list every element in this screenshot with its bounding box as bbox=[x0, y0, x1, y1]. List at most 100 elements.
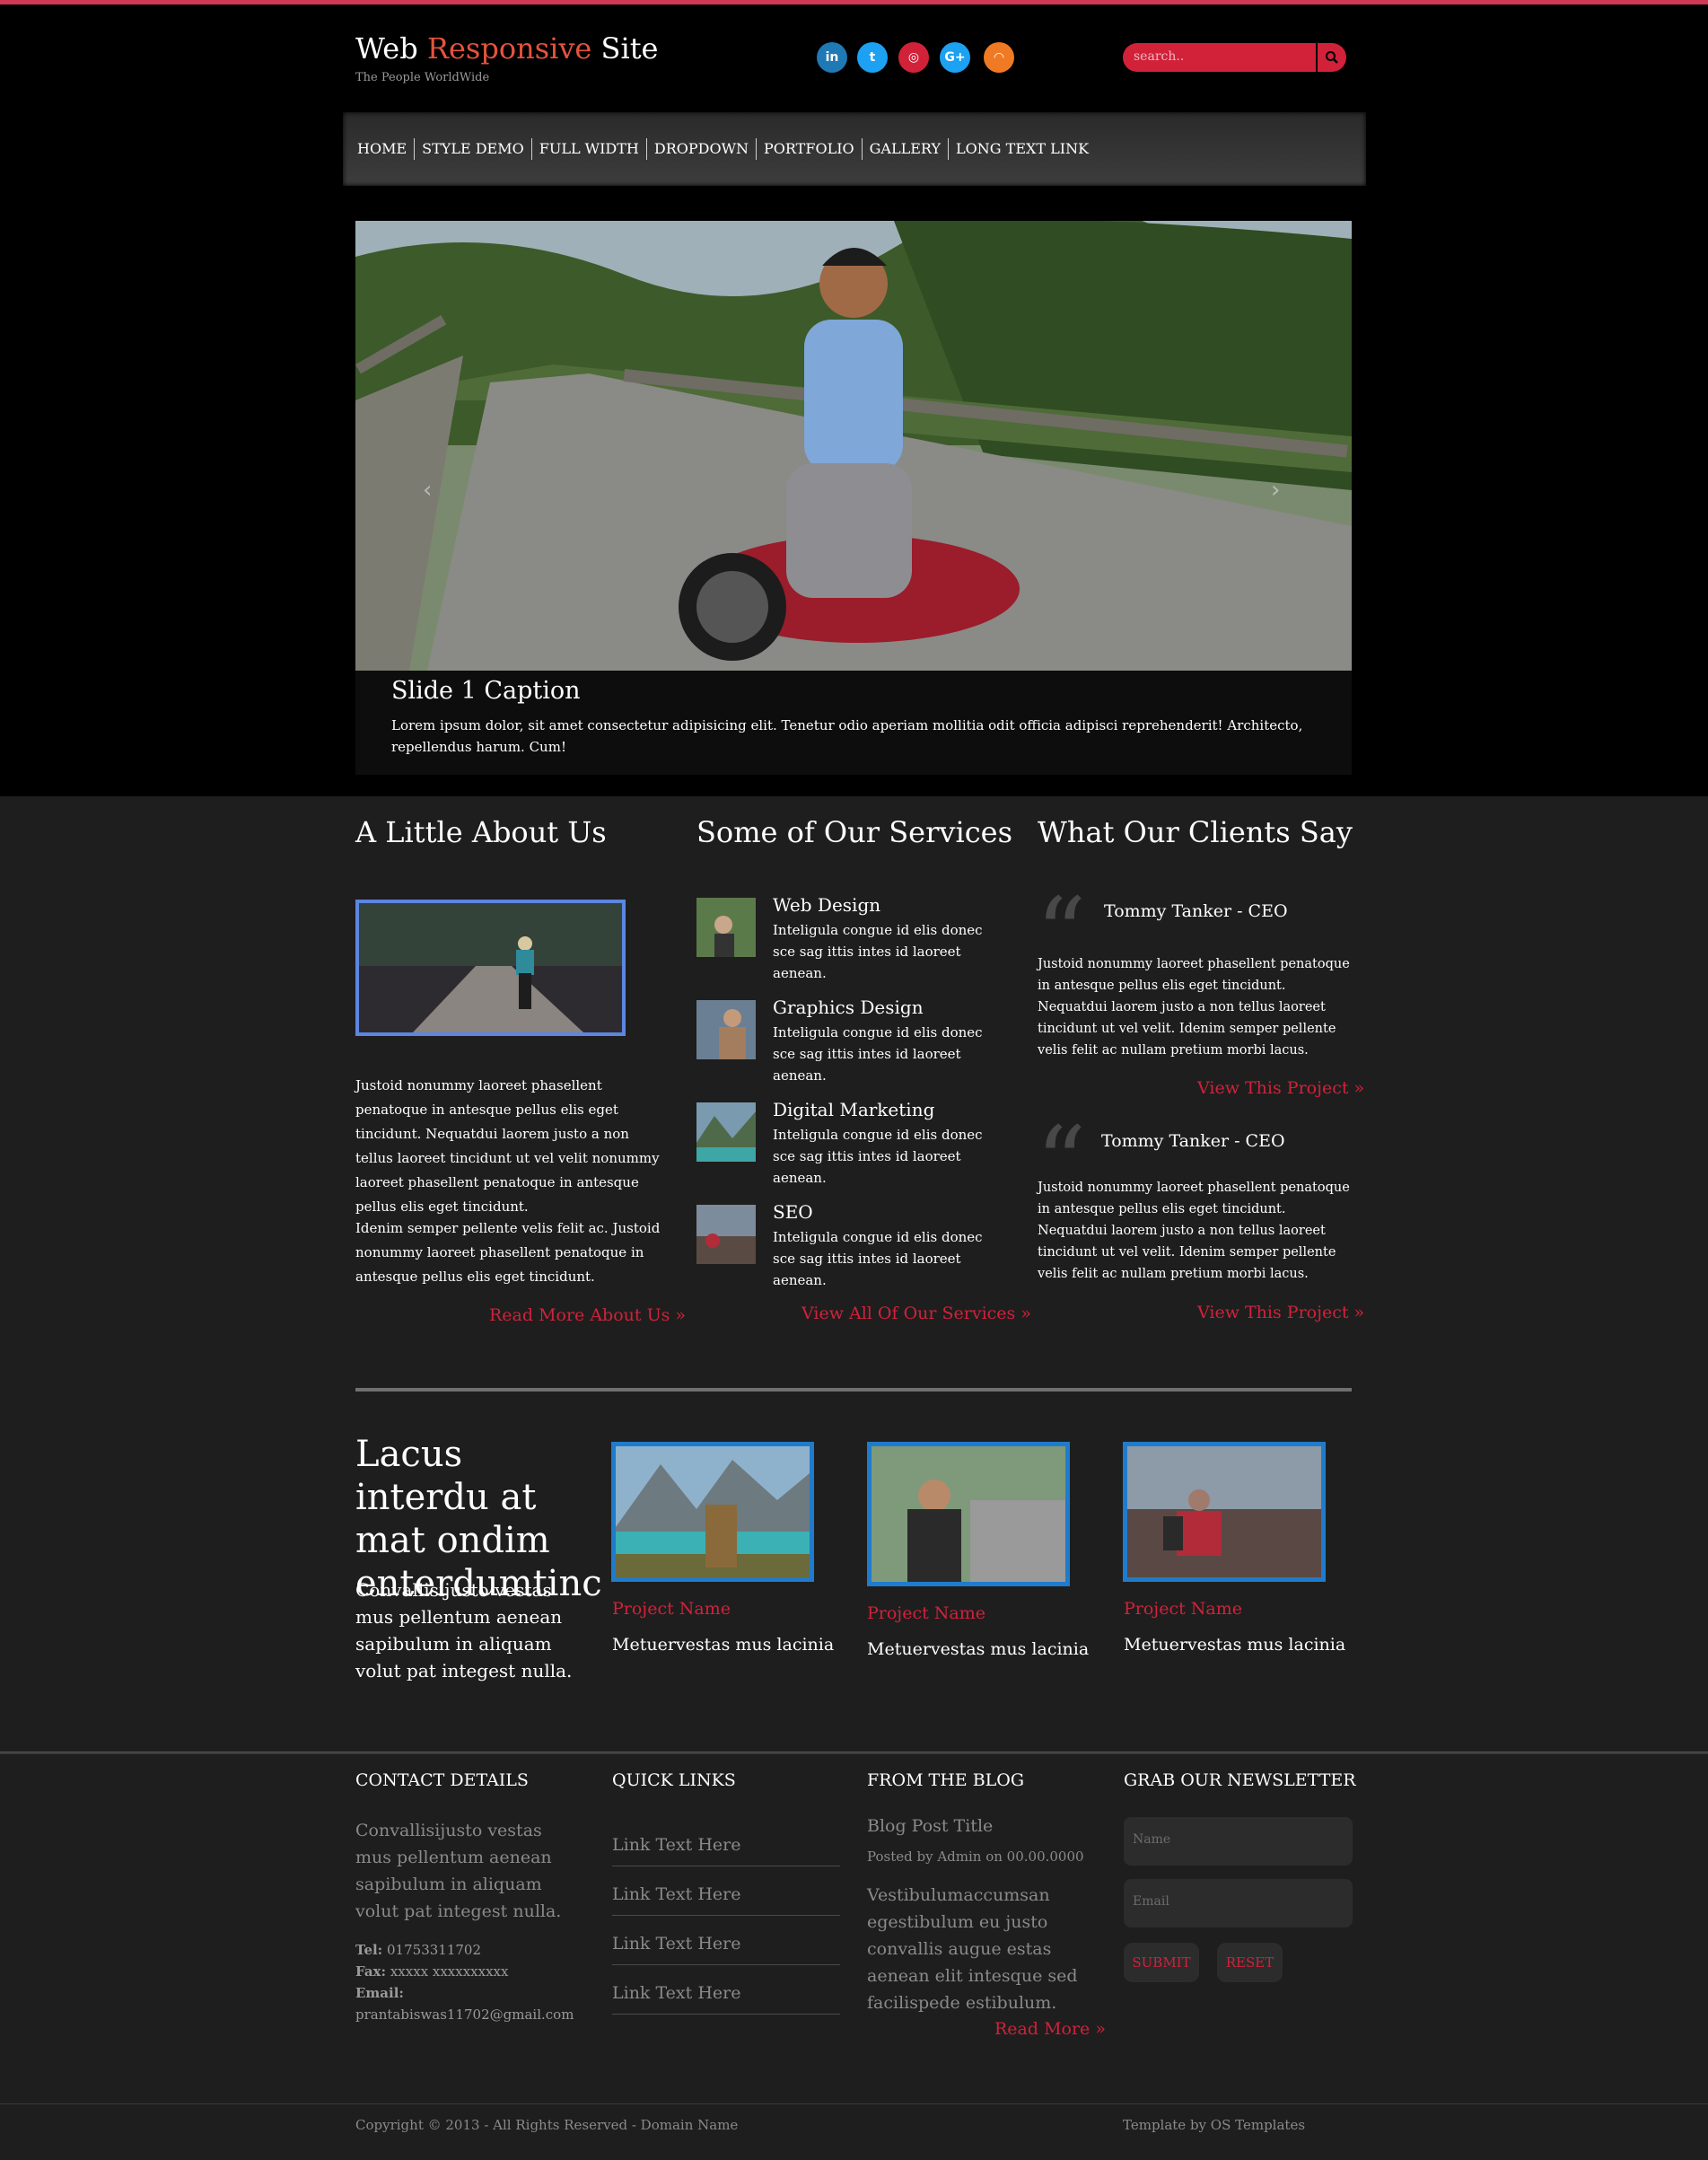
footer-bottom-divider bbox=[0, 2103, 1708, 2104]
service-item-digital-marketing[interactable]: Digital Marketing Inteligula congue id e… bbox=[696, 1099, 1002, 1186]
project-image-1[interactable] bbox=[611, 1442, 814, 1582]
image-slider: ‹ › Slide 1 Caption Lorem ipsum dolor, s… bbox=[355, 221, 1352, 775]
service-thumb-1 bbox=[696, 898, 756, 957]
services-heading: Some of Our Services bbox=[696, 815, 1012, 849]
rss-glyph: ◠ bbox=[994, 50, 1004, 65]
newsletter-email-input[interactable]: Email bbox=[1124, 1879, 1353, 1927]
search-button[interactable] bbox=[1318, 43, 1346, 72]
main-nav: HOME STYLE DEMO FULL WIDTH DROPDOWN PORT… bbox=[343, 112, 1366, 186]
read-more-about-link[interactable]: Read More About Us » bbox=[489, 1305, 686, 1325]
clients-heading: What Our Clients Say bbox=[1038, 815, 1353, 849]
service-thumb-3 bbox=[696, 1102, 756, 1162]
logo-text-1: Web bbox=[355, 31, 427, 66]
submit-button[interactable]: SUBMIT bbox=[1124, 1943, 1199, 1982]
quick-links-heading: QUICK LINKS bbox=[612, 1770, 736, 1790]
email-placeholder: Email bbox=[1133, 1894, 1169, 1909]
tel-label: Tel: bbox=[355, 1942, 383, 1958]
project-name-3[interactable]: Project Name bbox=[1124, 1599, 1242, 1619]
blog-post-meta: Posted by Admin on 00.00.0000 bbox=[867, 1848, 1084, 1865]
project-name-2[interactable]: Project Name bbox=[867, 1603, 985, 1623]
quick-link-3[interactable]: Link Text Here bbox=[612, 1916, 840, 1965]
google-plus-glyph: G+ bbox=[944, 50, 966, 65]
projects-intro-text: Convallisijusto vestas mus pellentum aen… bbox=[355, 1579, 573, 1681]
pinterest-glyph: ◎ bbox=[907, 50, 920, 65]
nav-dropdown[interactable]: DROPDOWN bbox=[647, 138, 758, 160]
slider-prev-arrow[interactable]: ‹ bbox=[423, 477, 432, 504]
blog-read-more-link[interactable]: Read More » bbox=[994, 2019, 1106, 2039]
about-heading: A Little About Us bbox=[355, 815, 607, 849]
slider-next-arrow[interactable]: › bbox=[1271, 477, 1280, 504]
project-name-1[interactable]: Project Name bbox=[612, 1599, 731, 1619]
service-title: Web Design bbox=[773, 894, 881, 916]
pinterest-icon[interactable]: ◎ bbox=[898, 42, 929, 73]
contact-details: Tel: 01753311702 Fax: xxxxx xxxxxxxxxx E… bbox=[355, 1939, 589, 2025]
search-icon bbox=[1326, 51, 1338, 64]
name-placeholder: Name bbox=[1133, 1832, 1171, 1847]
view-project-link-1[interactable]: View This Project » bbox=[1197, 1078, 1364, 1098]
service-title: Digital Marketing bbox=[773, 1099, 935, 1120]
search-placeholder: search.. bbox=[1134, 49, 1185, 64]
twitter-glyph: t bbox=[869, 50, 876, 65]
blog-post-title[interactable]: Blog Post Title bbox=[867, 1816, 993, 1836]
nav-full-width[interactable]: FULL WIDTH bbox=[532, 138, 647, 160]
email-label: Email: bbox=[355, 1985, 404, 2001]
about-paragraph-1: Justoid nonummy laoreet phasellent penat… bbox=[355, 1077, 660, 1215]
blog-heading: FROM THE BLOG bbox=[867, 1770, 1025, 1790]
quick-link-2[interactable]: Link Text Here bbox=[612, 1866, 840, 1916]
client-testimonial-1: Justoid nonummy laoreet phasellent penat… bbox=[1038, 957, 1350, 1058]
service-text: Inteligula congue id elis donec sce sag … bbox=[773, 1229, 983, 1288]
service-title: Graphics Design bbox=[773, 997, 924, 1018]
service-item-web-design[interactable]: Web Design Inteligula congue id elis don… bbox=[696, 894, 1002, 981]
newsletter-name-input[interactable]: Name bbox=[1124, 1817, 1353, 1866]
fax-label: Fax: bbox=[355, 1963, 387, 1980]
about-image bbox=[355, 900, 626, 1036]
section-divider bbox=[355, 1388, 1352, 1392]
project-desc-3: Metuervestas mus lacinia bbox=[1124, 1635, 1346, 1655]
linkedin-glyph: in bbox=[825, 50, 839, 65]
slide-caption-title: Slide 1 Caption bbox=[391, 677, 581, 705]
project-desc-1: Metuervestas mus lacinia bbox=[612, 1635, 835, 1655]
copyright-text: Copyright © 2013 - All Rights Reserved -… bbox=[355, 2117, 739, 2133]
client-testimonial-2: Justoid nonummy laoreet phasellent penat… bbox=[1038, 1181, 1350, 1281]
service-item-graphics-design[interactable]: Graphics Design Inteligula congue id eli… bbox=[696, 997, 1002, 1084]
nav-home[interactable]: HOME bbox=[350, 138, 416, 160]
service-text: Inteligula congue id elis donec sce sag … bbox=[773, 1127, 983, 1186]
template-credit[interactable]: Template by OS Templates bbox=[1123, 2117, 1305, 2133]
fax-value: xxxxx xxxxxxxxxx bbox=[390, 1963, 509, 1980]
reset-button[interactable]: RESET bbox=[1217, 1943, 1283, 1982]
search-input[interactable]: search.. bbox=[1123, 43, 1316, 72]
view-project-link-2[interactable]: View This Project » bbox=[1197, 1303, 1364, 1322]
email-value[interactable]: prantabiswas11702@gmail.com bbox=[355, 2004, 589, 2025]
logo-text-accent: Responsive bbox=[426, 31, 592, 66]
view-all-services-link[interactable]: View All Of Our Services » bbox=[801, 1304, 1031, 1323]
tel-value[interactable]: 01753311702 bbox=[387, 1942, 481, 1958]
about-paragraph-2: Idenim semper pellente velis felit ac. J… bbox=[355, 1220, 661, 1285]
nav-style-demo[interactable]: STYLE DEMO bbox=[415, 138, 532, 160]
site-tagline: The People WorldWide bbox=[355, 71, 490, 84]
project-image-2[interactable] bbox=[867, 1442, 1070, 1586]
service-text: Inteligula congue id elis donec sce sag … bbox=[773, 922, 983, 981]
nav-portfolio[interactable]: PORTFOLIO bbox=[757, 138, 863, 160]
client-name-1: Tommy Tanker - CEO bbox=[1104, 901, 1288, 921]
logo-text-3: Site bbox=[591, 31, 659, 66]
client-name-2: Tommy Tanker - CEO bbox=[1101, 1131, 1285, 1151]
nav-long-text-link[interactable]: LONG TEXT LINK bbox=[949, 138, 1096, 160]
linkedin-icon[interactable]: in bbox=[817, 42, 847, 73]
service-item-seo[interactable]: SEO Inteligula congue id elis donec sce … bbox=[696, 1201, 1002, 1288]
service-thumb-4 bbox=[696, 1205, 756, 1264]
twitter-icon[interactable]: t bbox=[857, 42, 888, 73]
quick-link-1[interactable]: Link Text Here bbox=[612, 1817, 840, 1866]
nav-gallery[interactable]: GALLERY bbox=[863, 138, 950, 160]
project-image-3[interactable] bbox=[1123, 1442, 1326, 1582]
site-logo[interactable]: Web Responsive Site bbox=[355, 31, 658, 66]
quick-link-4[interactable]: Link Text Here bbox=[612, 1965, 840, 2015]
slide-image bbox=[355, 221, 1352, 671]
service-thumb-2 bbox=[696, 1000, 756, 1059]
google-plus-icon[interactable]: G+ bbox=[940, 42, 970, 73]
service-text: Inteligula congue id elis donec sce sag … bbox=[773, 1024, 983, 1084]
slide-caption-text: Lorem ipsum dolor, sit amet consectetur … bbox=[391, 717, 1303, 755]
contact-text: Convallisijusto vestas mus pellentum aen… bbox=[355, 1821, 562, 1921]
rss-icon[interactable]: ◠ bbox=[984, 42, 1014, 73]
service-title: SEO bbox=[773, 1201, 813, 1223]
project-desc-2: Metuervestas mus lacinia bbox=[867, 1639, 1090, 1659]
